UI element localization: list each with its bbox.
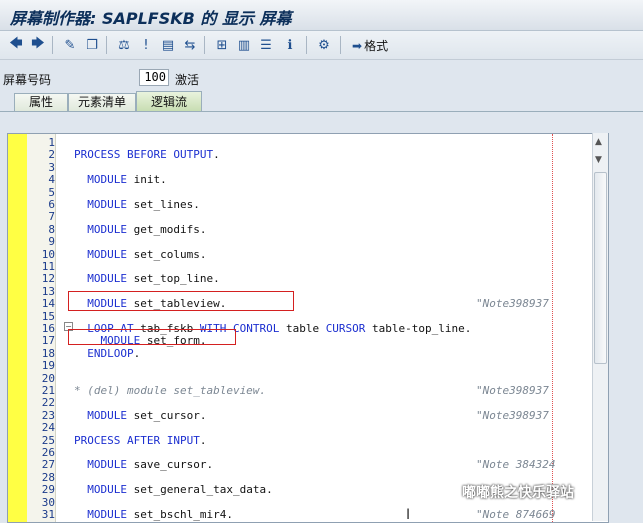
- highlight-box-set-form: [68, 329, 236, 345]
- tab-element-list[interactable]: 元素清单: [68, 93, 136, 112]
- tab-strip-line: [0, 111, 643, 112]
- screen-status: 激活: [175, 73, 200, 87]
- where-used-icon[interactable]: ▤: [158, 35, 178, 55]
- line-number: 6: [48, 198, 55, 211]
- highlight-box-set-tableview: [68, 291, 294, 311]
- display-change-icon[interactable]: ✎: [60, 35, 80, 55]
- code-line: MODULE set_top_line.: [87, 272, 220, 286]
- code-line: MODULE set_colums.: [87, 247, 207, 261]
- title-bar: 屏幕制作器: SAPLFSKB 的 显示 屏幕: [0, 0, 643, 31]
- line-number: 23: [41, 408, 55, 422]
- note-comment: "Note398937: [476, 408, 549, 422]
- screen-number-field[interactable]: 100: [139, 69, 169, 86]
- note-comment: "Note398937: [476, 384, 549, 397]
- toolbar-separator: [204, 36, 205, 54]
- line-number: 5: [48, 185, 55, 199]
- code-line: ENDLOOP.: [87, 346, 141, 360]
- line-number: 8: [48, 222, 55, 236]
- flow-logic-editor[interactable]: 1 2 PROCESS BEFORE OUTPUT. 3 4 MODULE init. 5…: [7, 133, 609, 523]
- line-number: 4: [48, 173, 55, 187]
- line-number: 1: [48, 136, 55, 149]
- line-number: 18: [41, 346, 55, 360]
- watermark: 嘟嘟熊之快乐驿站: [462, 485, 574, 501]
- line-number: 25: [41, 433, 55, 447]
- line-number: 15: [41, 309, 55, 323]
- toolbar-separator: [52, 36, 53, 54]
- scroll-down-icon[interactable]: ▼: [595, 155, 602, 165]
- line-number: 28: [41, 470, 55, 484]
- line-number: 17: [41, 334, 55, 348]
- line-number: 14: [41, 297, 55, 311]
- line-number: 29: [41, 483, 55, 497]
- line-number: 16: [41, 322, 55, 335]
- navigate-icon[interactable]: ⇆: [180, 35, 200, 55]
- line-number: 27: [41, 458, 55, 472]
- application-toolbar: 🡄 🡆 ✎ ❐ ⚖ ! ▤ ⇆ ⊞ ▥ ☰ ℹ ⚙ ➡ 格式: [0, 31, 643, 60]
- line-number: 7: [48, 210, 55, 224]
- line-number: 19: [41, 359, 55, 373]
- activate-icon[interactable]: !: [136, 35, 156, 55]
- toolbar-separator: [340, 36, 341, 54]
- window-title: 屏幕制作器: SAPLFSKB 的 显示 屏幕: [10, 9, 292, 28]
- element-list-icon[interactable]: ☰: [256, 35, 276, 55]
- format-button[interactable]: ➡ 格式: [352, 37, 388, 54]
- toolbar-separator: [106, 36, 107, 54]
- line-number: 26: [41, 446, 55, 459]
- code-line: MODULE init.: [87, 173, 167, 187]
- hierarchy-icon[interactable]: ⊞: [212, 35, 232, 55]
- code-line: * (del) module set_tableview.: [74, 384, 267, 397]
- code-line: MODULE set_bschl_mir4.: [87, 508, 233, 521]
- toolbar-separator: [306, 36, 307, 54]
- code-line: PROCESS BEFORE OUTPUT.: [74, 148, 220, 162]
- line-number: 9: [48, 235, 55, 249]
- code-line: PROCESS AFTER INPUT.: [74, 433, 207, 447]
- info-icon[interactable]: ℹ: [280, 35, 300, 55]
- scrollbar-thumb[interactable]: [594, 172, 607, 364]
- note-comment: "Note 874669: [476, 508, 556, 521]
- code-line: MODULE save_cursor.: [87, 458, 214, 472]
- note-comment: "Note 384324: [476, 458, 556, 472]
- line-number: 24: [41, 421, 55, 435]
- line-number: 10: [41, 247, 55, 261]
- tab-attributes[interactable]: 属性: [14, 93, 68, 112]
- other-object-icon[interactable]: ❐: [82, 35, 102, 55]
- editor-gutter: [8, 134, 27, 522]
- line-number: 30: [41, 495, 55, 509]
- back-icon[interactable]: 🡄: [6, 35, 26, 55]
- code-line: MODULE get_modifs.: [87, 222, 207, 236]
- line-number: 3: [48, 160, 55, 174]
- note-comment: "Note398937: [476, 297, 549, 311]
- check-icon[interactable]: ⚖: [114, 35, 134, 55]
- layout-icon[interactable]: ▥: [234, 35, 254, 55]
- settings-icon[interactable]: ⚙: [314, 35, 334, 55]
- code-line: MODULE set_cursor.: [87, 408, 207, 422]
- scroll-up-icon[interactable]: ▲: [595, 137, 602, 147]
- line-number: 12: [41, 272, 55, 286]
- code-line: MODULE set_general_tax_data.: [87, 483, 273, 497]
- arrow-right-icon: ➡: [352, 39, 363, 53]
- screen-number-label: 屏幕号码: [3, 73, 52, 87]
- tab-flow-logic[interactable]: 逻辑流: [136, 91, 202, 112]
- line-number: 2: [48, 148, 55, 162]
- line-number: 31: [41, 508, 55, 521]
- code-line: MODULE set_lines.: [87, 198, 200, 211]
- line-number: 11: [41, 260, 55, 273]
- line-number: 20: [41, 371, 55, 385]
- line-number: 13: [41, 284, 55, 298]
- line-number: 21: [41, 384, 55, 397]
- format-button-label: 格式: [364, 39, 389, 53]
- line-number: 22: [41, 396, 55, 410]
- forward-icon[interactable]: 🡆: [28, 35, 48, 55]
